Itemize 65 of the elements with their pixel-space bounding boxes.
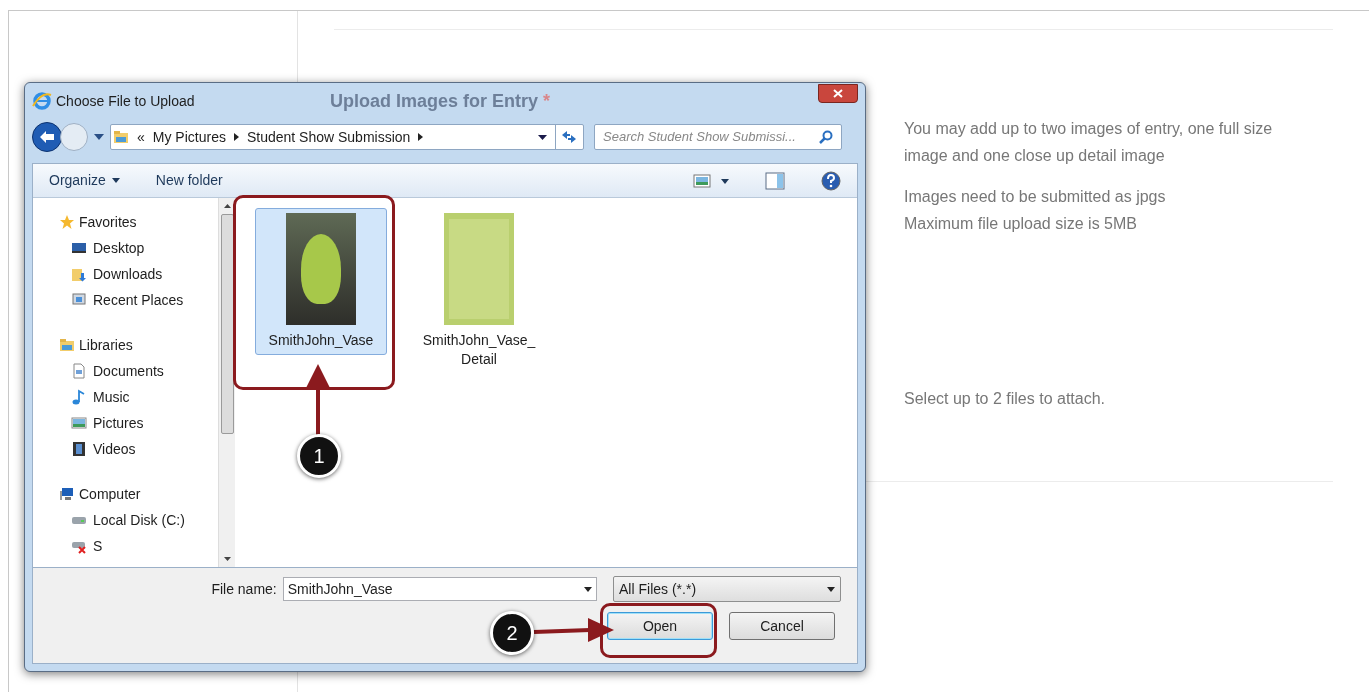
folder-download-icon bbox=[71, 266, 87, 282]
info-text: Maximum file upload size is 5MB bbox=[904, 214, 1138, 234]
recent-places-icon bbox=[71, 292, 87, 308]
folder-icon bbox=[113, 129, 129, 145]
nav-item[interactable]: Videos bbox=[59, 439, 218, 459]
breadcrumb-overflow[interactable]: « bbox=[137, 126, 145, 148]
computer-icon bbox=[59, 486, 75, 502]
file-name: SmithJohn_Vase_ Detail bbox=[421, 331, 537, 369]
monitor-icon bbox=[71, 240, 87, 256]
hint-text: Select up to 2 files to attach. bbox=[904, 389, 1105, 409]
nav-group[interactable]: Favorites bbox=[59, 212, 218, 232]
left-arrow-icon bbox=[39, 130, 55, 144]
organize-menu[interactable]: Organize bbox=[49, 170, 120, 191]
scrollbar[interactable] bbox=[218, 198, 235, 567]
close-button[interactable] bbox=[818, 83, 858, 103]
file-item[interactable]: SmithJohn_Vase_ Detail bbox=[413, 208, 545, 374]
nav-item[interactable]: Documents bbox=[59, 361, 218, 381]
cancel-button[interactable]: Cancel bbox=[729, 612, 835, 640]
document-icon bbox=[71, 363, 87, 379]
nav-group[interactable]: Libraries bbox=[59, 335, 218, 355]
file-item[interactable]: SmithJohn_Vase bbox=[255, 208, 387, 355]
caret-icon[interactable] bbox=[538, 134, 547, 140]
film-strip-icon bbox=[71, 441, 87, 457]
chevron-right-icon bbox=[233, 133, 239, 141]
view-options-icon[interactable] bbox=[693, 173, 729, 188]
file-name-label: File name: bbox=[210, 579, 278, 599]
browser-logo-icon bbox=[32, 91, 52, 111]
caret-icon bbox=[584, 586, 593, 592]
window-title: Choose File to Upload bbox=[56, 91, 196, 111]
info-text: You may add up to two images of entry, one full size image and one close up detail image bbox=[904, 119, 1274, 166]
nav-item[interactable]: Downloads bbox=[59, 264, 218, 284]
caret-icon bbox=[827, 586, 835, 592]
file-type-dropdown[interactable]: All Files (*.*) bbox=[613, 576, 841, 602]
close-icon bbox=[833, 88, 843, 98]
down-arrow-icon bbox=[223, 557, 231, 561]
up-arrow-icon bbox=[223, 204, 231, 208]
breadcrumb-item[interactable]: Student Show Submission bbox=[246, 126, 411, 148]
breadcrumb-item[interactable]: My Pictures bbox=[152, 126, 226, 148]
nav-item[interactable]: S bbox=[59, 536, 218, 556]
file-name: SmithJohn_Vase bbox=[267, 331, 375, 350]
refresh-arrows-icon bbox=[560, 130, 577, 144]
section-heading: Upload Images for Entry * bbox=[330, 89, 551, 113]
scrollbar-thumb[interactable] bbox=[220, 214, 234, 434]
address-bar[interactable]: « My Pictures Student Show Submission bbox=[110, 124, 584, 150]
new-folder-button[interactable]: New folder bbox=[155, 170, 223, 191]
back-button[interactable] bbox=[32, 122, 62, 152]
nav-item[interactable]: Music bbox=[59, 387, 218, 407]
search-field[interactable]: Search Student Show Submissi... bbox=[594, 124, 842, 150]
help-icon[interactable] bbox=[821, 170, 841, 191]
callout-arrow bbox=[305, 364, 331, 436]
landscape-picture-icon bbox=[71, 415, 87, 431]
chevron-right-icon bbox=[418, 133, 424, 141]
nav-item[interactable]: Desktop bbox=[59, 238, 218, 258]
open-button[interactable]: Open bbox=[607, 612, 713, 640]
search-icon bbox=[819, 130, 833, 144]
caret-icon bbox=[111, 178, 120, 183]
star-icon bbox=[59, 214, 75, 230]
nav-group[interactable]: Computer bbox=[59, 484, 218, 504]
info-text: Images need to be submitted as jpgs bbox=[904, 187, 1167, 207]
music-note-icon bbox=[71, 389, 87, 405]
folder-icon bbox=[59, 337, 75, 353]
nav-item[interactable]: Recent Places bbox=[59, 290, 218, 310]
nav-item[interactable]: Local Disk (C:) bbox=[59, 510, 218, 530]
search-input[interactable]: Search Student Show Submissi... bbox=[603, 127, 819, 147]
nav-item[interactable]: Pictures bbox=[59, 413, 218, 433]
